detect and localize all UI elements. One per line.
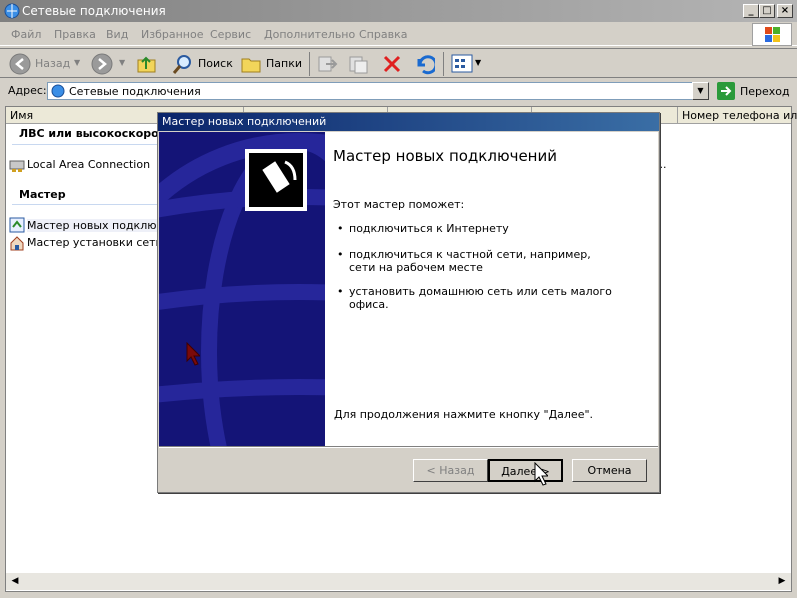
bullet-icon: • xyxy=(337,285,344,298)
move-to-icon[interactable] xyxy=(316,53,338,75)
views-dropdown-icon[interactable]: ▼ xyxy=(475,58,481,67)
wizard-content: Мастер новых подключений Этот мастер пом… xyxy=(325,132,658,446)
address-label: Адрес: xyxy=(8,84,47,97)
group-wizards: Мастер xyxy=(19,188,66,201)
menu-edit[interactable]: Правка xyxy=(54,28,96,41)
next-button[interactable]: Далее > xyxy=(488,459,563,482)
windows-flag-icon xyxy=(765,27,780,42)
views-icon[interactable] xyxy=(451,54,473,74)
delete-icon[interactable] xyxy=(381,53,403,75)
group-underline xyxy=(12,204,162,205)
back-button[interactable]: Назад xyxy=(35,57,70,70)
toolbar-separator xyxy=(309,52,310,76)
minimize-button[interactable]: _ xyxy=(743,4,759,18)
address-input[interactable]: Сетевые подключения xyxy=(47,82,709,100)
scroll-left-icon[interactable]: ◀ xyxy=(8,575,22,588)
folders-icon[interactable] xyxy=(240,53,262,75)
go-button[interactable]: Переход xyxy=(740,85,790,98)
wizard-bullet: подключиться к частной сети, например, с… xyxy=(349,248,591,274)
go-arrow-icon[interactable] xyxy=(717,82,735,100)
wizard-title-bar[interactable]: Мастер новых подключений xyxy=(158,113,659,131)
undo-icon[interactable] xyxy=(413,53,435,75)
close-button[interactable]: × xyxy=(777,4,793,18)
wizard-bullet: установить домашнюю сеть или сеть малого… xyxy=(349,285,612,311)
globe-graphic xyxy=(159,133,325,446)
scroll-right-icon[interactable]: ▶ xyxy=(775,575,789,588)
cursor-icon xyxy=(186,342,200,366)
list-item-network-setup-wizard[interactable]: Мастер установки сети xyxy=(27,236,163,249)
toolbar: Назад ▼ ▼ Поиск Папки ▼ xyxy=(0,48,797,78)
up-folder-icon[interactable] xyxy=(136,53,158,75)
menu-help[interactable]: Справка xyxy=(359,28,407,41)
wizard-heading: Мастер новых подключений xyxy=(333,147,557,165)
menu-tools[interactable]: Сервис xyxy=(210,28,251,41)
bullet-icon: • xyxy=(337,222,344,235)
wizard-intro: Этот мастер поможет: xyxy=(333,198,465,211)
column-divider[interactable] xyxy=(677,107,678,124)
bullet-icon: • xyxy=(337,248,344,261)
wizard-footer: Для продолжения нажмите кнопку "Далее". xyxy=(334,408,594,421)
forward-arrow-icon[interactable] xyxy=(90,52,114,76)
wizard-bullet: подключиться к Интернету xyxy=(349,222,509,235)
new-connection-wizard-dialog[interactable]: Мастер новых подключений Мастер новых по… xyxy=(157,112,660,493)
network-adapter-icon xyxy=(9,160,25,172)
column-phone[interactable]: Номер телефона или а xyxy=(682,109,797,122)
list-item-local-area-connection[interactable]: Local Area Connection xyxy=(27,158,150,171)
wizard-title: Мастер новых подключений xyxy=(162,115,327,128)
column-name[interactable]: Имя xyxy=(10,109,33,122)
horizontal-scrollbar[interactable]: ◀ ▶ xyxy=(6,573,791,590)
search-button[interactable]: Поиск xyxy=(198,57,233,70)
address-dropdown-button[interactable]: ▼ xyxy=(692,82,709,100)
network-setup-wizard-icon xyxy=(10,236,24,251)
back-dropdown-icon[interactable]: ▼ xyxy=(74,58,80,67)
forward-dropdown-icon[interactable]: ▼ xyxy=(119,58,125,67)
group-underline xyxy=(12,144,162,145)
back-wizard-button[interactable]: < Назад xyxy=(413,459,488,482)
search-icon[interactable] xyxy=(172,53,194,75)
menu-file[interactable]: Файл xyxy=(11,28,41,41)
cursor-icon xyxy=(534,462,548,486)
new-connection-wizard-icon xyxy=(9,217,25,233)
menu-advanced[interactable]: Дополнительно xyxy=(264,28,355,41)
toolbar-separator xyxy=(443,52,444,76)
window-title: Сетевые подключения xyxy=(22,4,166,18)
network-connections-icon xyxy=(51,84,65,98)
back-arrow-icon[interactable] xyxy=(8,52,32,76)
network-connections-icon xyxy=(4,3,20,19)
group-lan: ЛВС или высокоскорост xyxy=(19,127,172,140)
title-bar[interactable]: Сетевые подключения _ □ × xyxy=(0,0,797,22)
maximize-button[interactable]: □ xyxy=(759,4,775,18)
wizard-banner xyxy=(159,132,325,446)
menu-favorites[interactable]: Избранное xyxy=(141,28,203,41)
list-item-new-connection-wizard[interactable]: Мастер новых подключен xyxy=(27,219,177,232)
folders-button[interactable]: Папки xyxy=(266,57,302,70)
address-value: Сетевые подключения xyxy=(69,85,201,98)
copy-to-icon[interactable] xyxy=(347,53,369,75)
menu-bar: Файл Правка Вид Избранное Сервис Дополни… xyxy=(0,22,797,46)
cancel-button[interactable]: Отмена xyxy=(572,459,647,482)
windows-logo xyxy=(752,23,792,46)
wizard-separator xyxy=(159,446,658,448)
menu-view[interactable]: Вид xyxy=(106,28,128,41)
